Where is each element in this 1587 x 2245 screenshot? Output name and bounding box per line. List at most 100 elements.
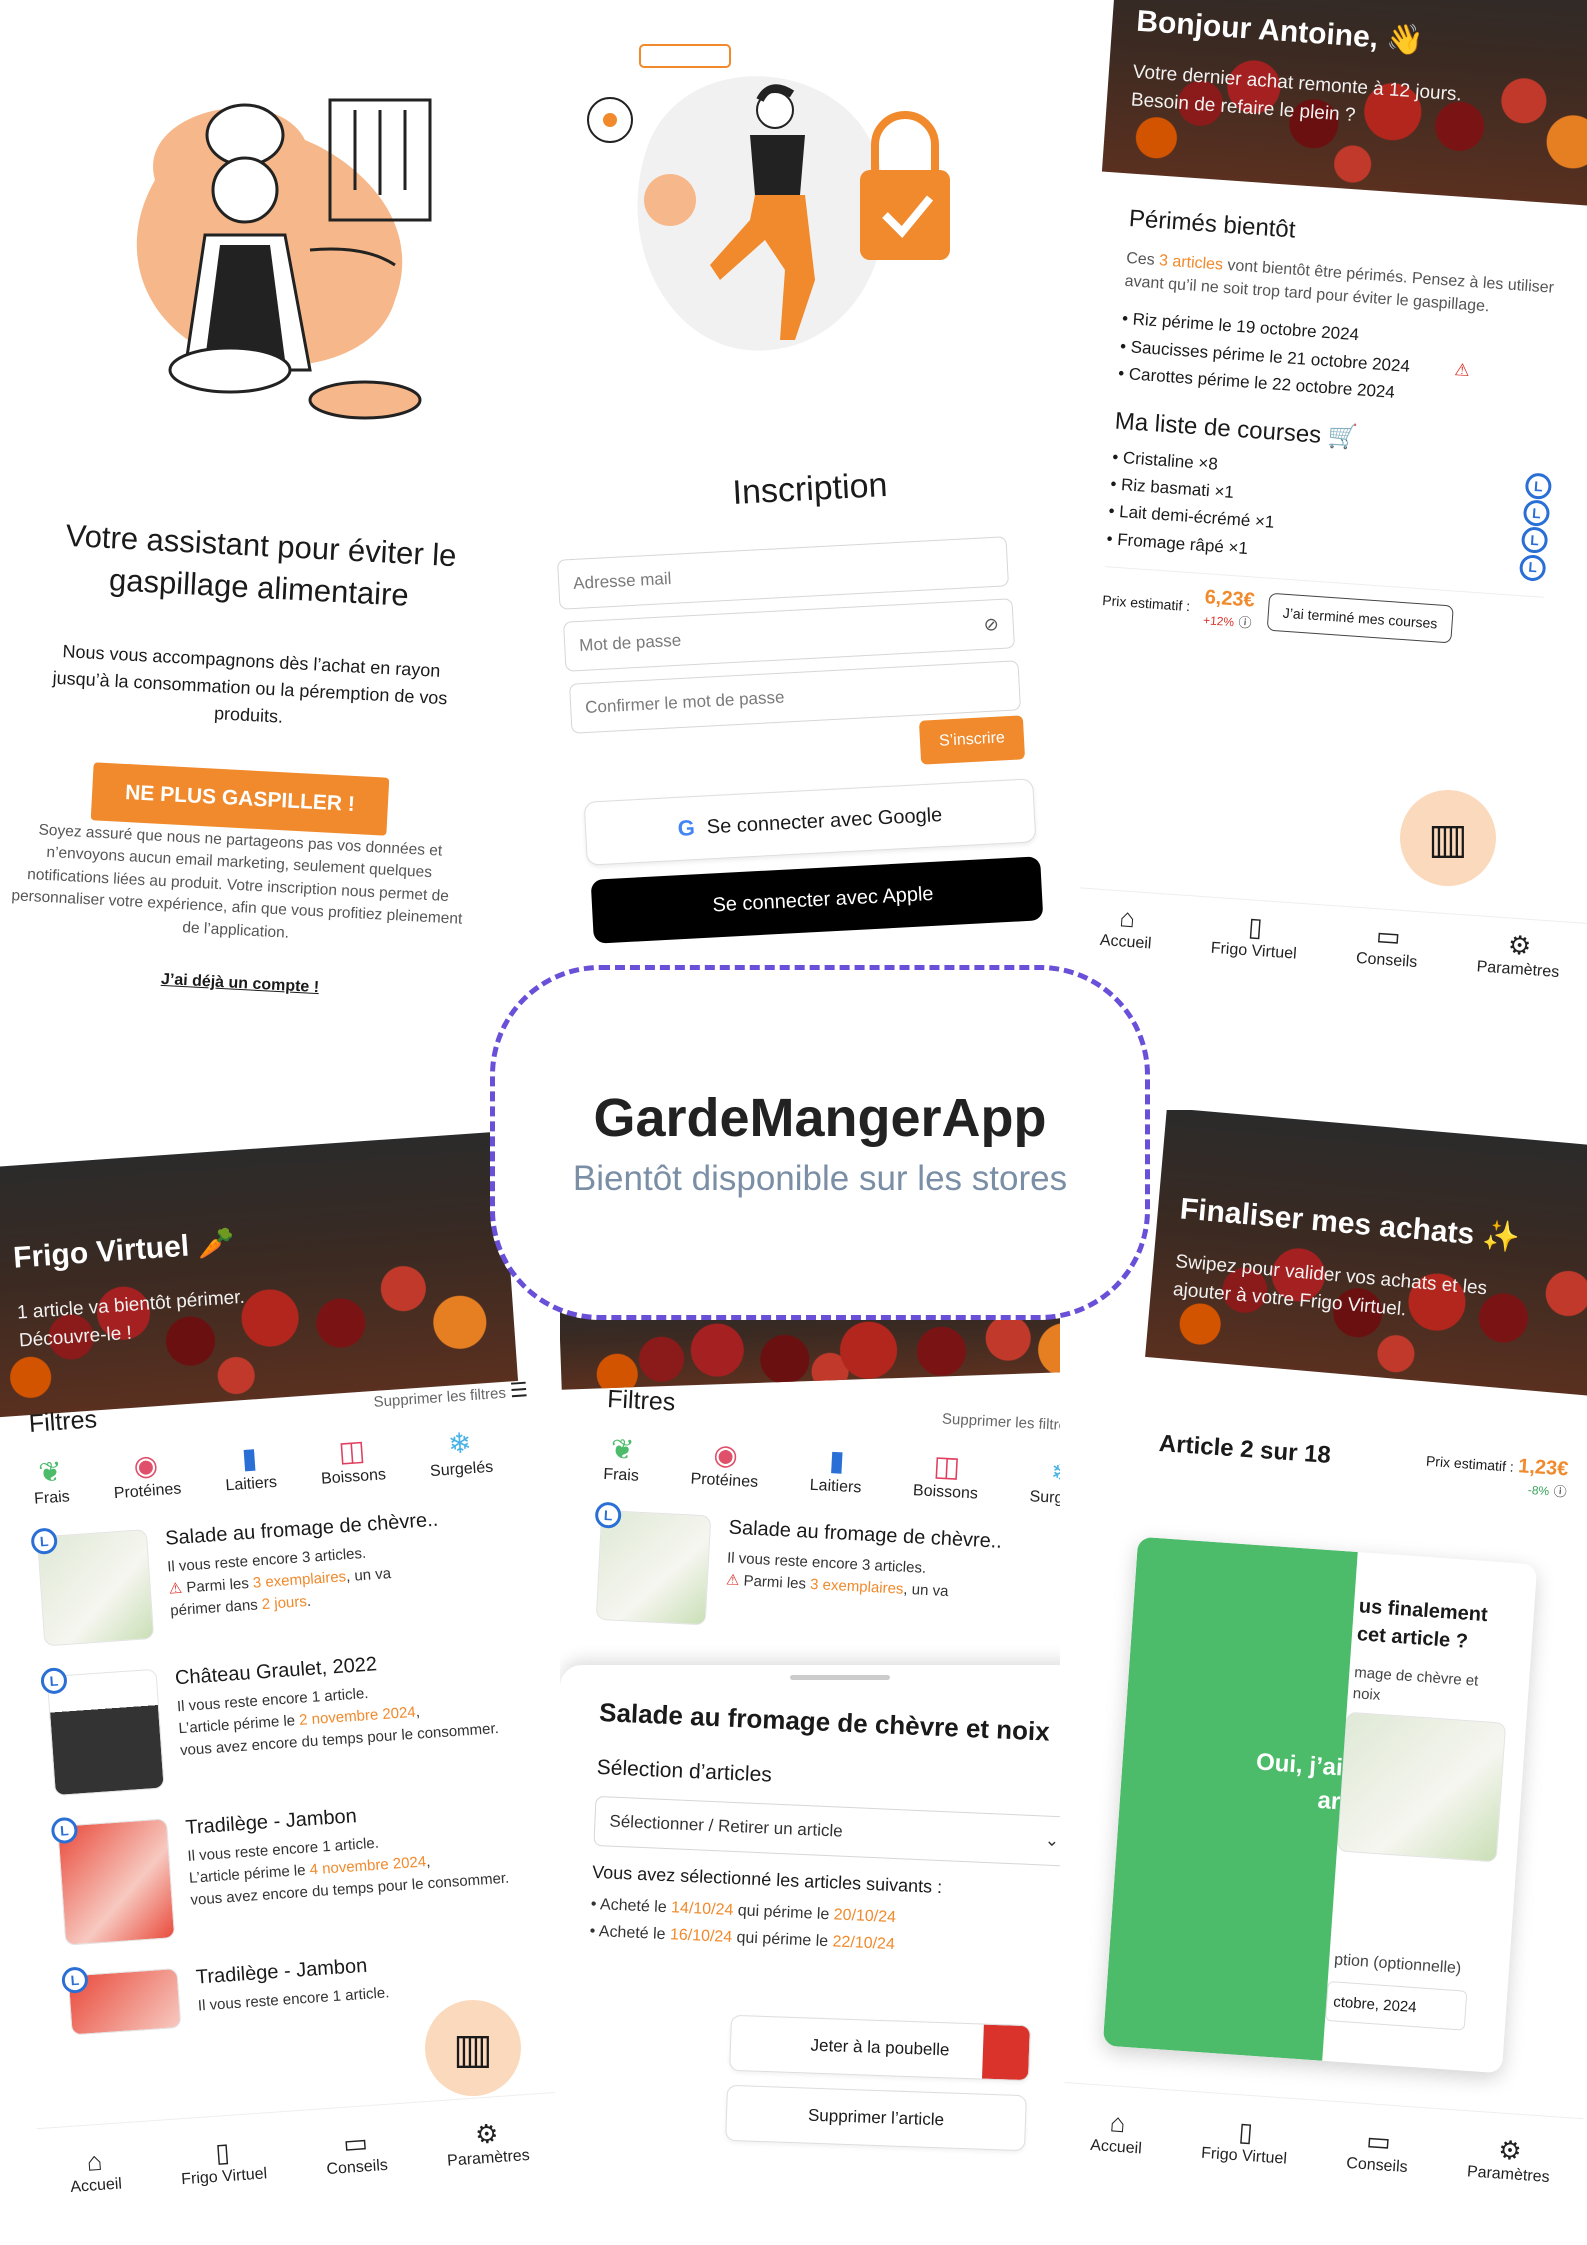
store-logo-icon: L [1524,472,1553,500]
fridge-sub2: Découvre-le ! [18,1322,133,1352]
done-shopping-button[interactable]: J’ai terminé mes courses [1266,592,1454,644]
trash-button[interactable]: Jeter à la poubelle [729,2014,1031,2082]
onboarding-title: Votre assistant pour éviter le gaspillag… [64,517,458,613]
leaf-icon: ❦ [37,1455,63,1489]
swipe-card[interactable]: us finalement cet article ? mage de chèv… [1102,1536,1538,2074]
email-field[interactable]: Adresse mail [556,536,1009,610]
filter-drinks[interactable]: ◫ Boissons [913,1448,981,1503]
selected-pre: Acheté le [598,1923,671,1944]
fridge-item[interactable]: L Salade au fromage de chèvre.. Il vous … [594,1501,1091,1645]
snowflake-icon: ❄ [447,1427,473,1460]
swipe-accept-overlay[interactable]: Oui, j’ai ar [1102,1536,1358,2061]
sheet-handle[interactable] [790,1675,890,1680]
filter-label: Laitiers [809,1476,862,1497]
chevron-down-icon: ⌄ [1044,1830,1060,1851]
email-placeholder: Adresse mail [572,568,672,593]
nav-settings[interactable]: ⚙ Paramètres [444,2115,533,2220]
privacy-text: Soyez assuré que nous ne partageons pas … [10,821,463,942]
nav-fridge[interactable]: ▯ Frigo Virtuel [1197,2113,1290,2218]
nav-fridge[interactable]: ▯ Frigo Virtuel [1208,908,1299,993]
store-logo-icon: L [1522,499,1551,528]
nav-fridge[interactable]: ▯ Frigo Virtuel [179,2133,272,2238]
delete-article-button[interactable]: Supprimer l’article [725,2084,1027,2152]
filter-drinks[interactable]: ◫ Boissons [318,1432,387,1488]
filter-label: Surgelés [429,1458,494,1481]
filter-fresh[interactable]: ❦ Frais [603,1432,641,1486]
filter-label: Frais [602,1465,640,1485]
leaf-icon: ❦ [609,1433,635,1466]
barcode-scan-button[interactable]: ▥ [1400,790,1496,886]
card-question: us finalement cet article ? [1356,1592,1489,1657]
info-icon[interactable]: ⓘ [1238,614,1252,630]
nav-home[interactable]: ⌂ Accueil [1097,900,1154,982]
line-post: , un va [345,1564,392,1585]
card-description: mage de chèvre et noix [1352,1662,1479,1713]
list-item-label: Fromage râpé ×1 [1116,529,1249,558]
nav-home[interactable]: ⌂ Accueil [68,2144,126,2245]
info-icon[interactable]: ⓘ [1553,1484,1567,1500]
nav-tips[interactable]: ▭ Conseils [1353,918,1420,1001]
filter-label: Protéines [690,1470,759,1491]
home-hero: Bonjour Antoine, 👋 Votre dernier achat r… [1101,0,1587,208]
confirm-placeholder: Confirmer le mot de passe [584,687,785,717]
filter-label: Protéines [113,1480,182,1503]
filter-proteins[interactable]: ◉ Protéines [690,1437,760,1492]
home-icon: ⌂ [1118,902,1137,934]
estimated-price: 6,23€ [1203,585,1256,612]
nav-tips[interactable]: ▭ Conseils [1342,2123,1410,2226]
finalize-header: Article 2 sur 18 Prix estimatif : 1,23€ … [1157,1430,1569,1501]
clear-filters-label: Supprimer les filtres [941,1410,1075,1435]
barcode-scan-button[interactable]: ▥ [425,2000,521,2096]
filter-frozen[interactable]: ❄Surgelés [427,1425,494,1481]
expiry-date-field[interactable]: ctobre, 2024 [1324,1980,1468,2031]
password-field[interactable]: Mot de passe ⊘ [562,598,1015,672]
bottom-nav: ⌂ Accueil ▯ Frigo Virtuel ▭ Conseils ⚙ Param… [1060,2082,1584,2238]
filter-dairy[interactable]: ▮ Laitiers [223,1440,278,1495]
fridge-item[interactable]: L Château Graulet, 2022 Il vous reste en… [40,1641,554,1797]
filter-dairy[interactable]: ▮ Laitiers [809,1443,863,1498]
signup-illustration [570,20,990,380]
expiring-section: Périmés bientôt Ces 3 articles vont bien… [1100,205,1569,653]
detail-bg-content: Filtres Supprimer les filtres ☰ ❦Frais ◉… [594,1385,1098,1645]
filter-label: Frais [33,1488,71,1508]
apple-button[interactable]: Se connecter avec Apple [590,856,1044,944]
nav-settings[interactable]: ⚙ Paramètres [1463,2131,1552,2236]
article-counter: Article 2 sur 18 [1158,1430,1332,1469]
date-value: ctobre, 2024 [1332,1992,1418,2016]
swipe-label-line: ar [1316,1786,1342,1815]
selected-mid: qui périme le [732,1902,835,1924]
nav-settings[interactable]: ⚙ Paramètres [1474,926,1562,1011]
filter-label: Boissons [320,1466,387,1488]
hide-password-icon[interactable]: ⊘ [983,614,999,636]
filter-label: Boissons [912,1482,979,1503]
filter-fresh[interactable]: ❦ Frais [31,1454,71,1508]
signup-button[interactable]: S’inscrire [918,715,1026,765]
login-link[interactable]: J’ai déjà un compte ! [140,970,341,998]
nav-tips[interactable]: ▭ Conseils [324,2125,392,2228]
google-button[interactable]: G Se connecter avec Google [583,778,1037,866]
fridge-item[interactable]: L Salade au fromage de chèvre.. Il vous … [30,1502,543,1647]
selected-mid: qui périme le [731,1929,833,1951]
signup-screen: Inscription Adresse mail Mot de passe ⊘ … [530,0,1070,980]
filter-proteins[interactable]: ◉ Protéines [111,1447,182,1504]
fridge-content: Filtres Supprimer les filtres ☰ ❦ Frais ◉… [28,1375,560,2036]
barcode-icon: ▥ [453,2024,493,2072]
line-post: , [415,1703,421,1721]
expiring-count: 3 articles [1158,252,1224,274]
article-select[interactable]: Sélectionner / Retirer un article ⌄ [593,1795,1076,1867]
sheet-title: Salade au fromage de chèvre et noix [598,1696,1051,1747]
clear-filters-label: Supprimer les filtres [373,1384,507,1411]
line-post: , un va [902,1580,949,1600]
finalize-title: Finaliser mes achats ✨ [1178,1192,1522,1255]
swipe-indicator [981,2024,1030,2081]
onboarding-screen: Votre assistant pour éviter le gaspillag… [0,0,480,1020]
home-screen: Bonjour Antoine, 👋 Votre dernier achat r… [1080,0,1587,1020]
filter-label: Laitiers [224,1473,278,1495]
nav-home[interactable]: ⌂ Accueil [1086,2105,1144,2207]
meat-icon: ◉ [712,1438,739,1471]
line-highlight: 3 exemplaires [252,1567,347,1592]
onboarding-subtitle: Nous vous accompagnons dès l’achat en ra… [52,641,448,727]
app-tagline: Bientôt disponible sur les stores [572,1158,1068,1198]
nav-label: Accueil [1099,931,1152,953]
fridge-item[interactable]: L Tradilège - Jambon Il vous reste encor… [50,1791,560,1946]
